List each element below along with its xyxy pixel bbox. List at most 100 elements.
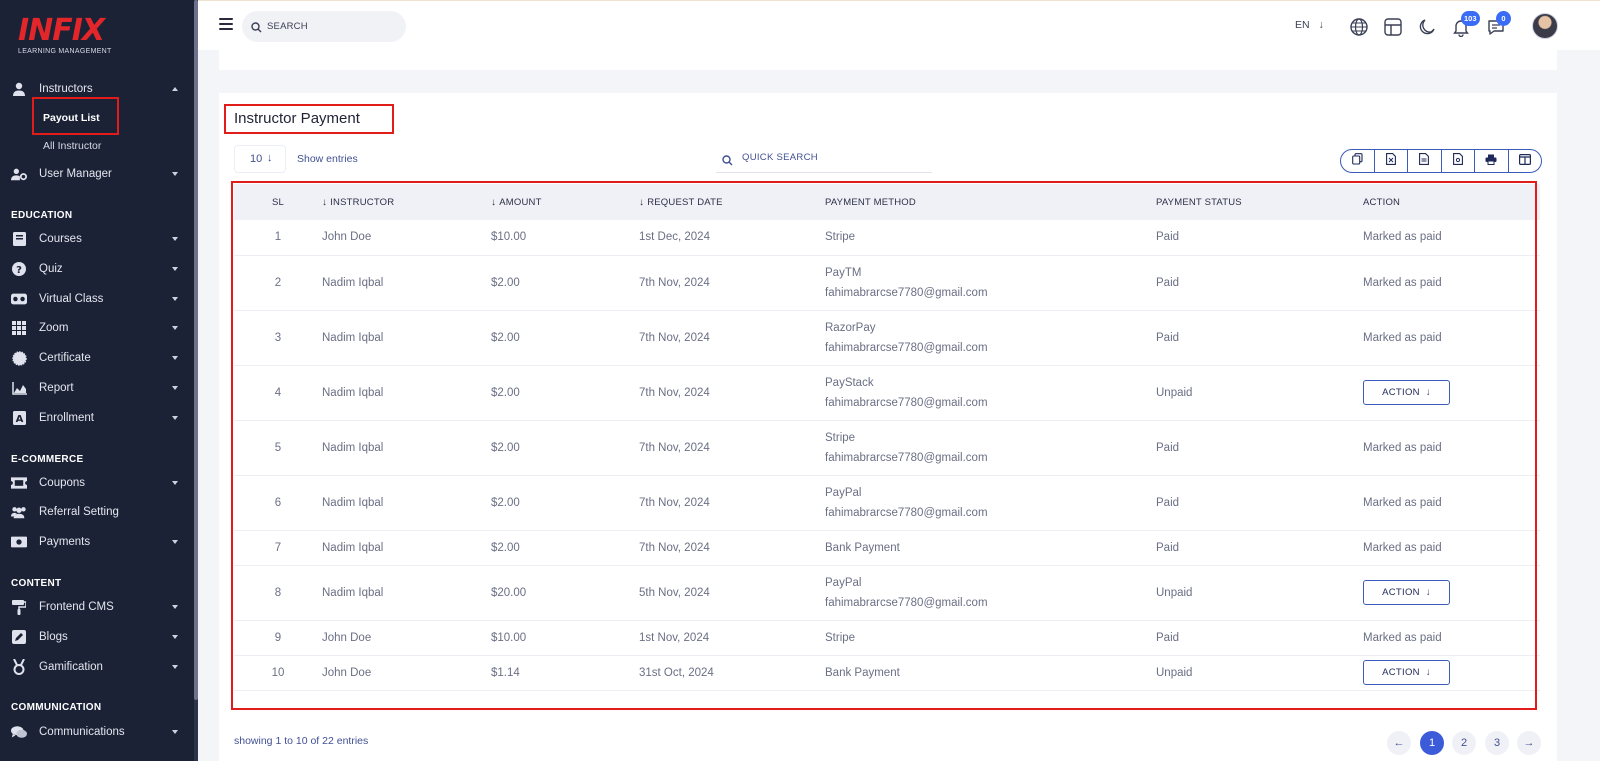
cell-amount: $2.00 [491,365,639,421]
sidebar-item-instructors[interactable]: Instructors [0,76,194,102]
payment-method-name: PayPal [825,486,862,499]
topbar: SEARCH EN ↓ 103 0 [198,0,1600,50]
export-pdf-button[interactable] [1442,150,1475,172]
sidebar-item-certificate[interactable]: Certificate [0,345,194,371]
quick-search-placeholder: QUICK SEARCH [742,152,818,163]
sidebar-item-label: Certificate [39,352,91,364]
hamburger-menu-icon[interactable] [219,18,233,30]
sidebar-item-frontend-cms[interactable]: Frontend CMS [0,594,194,620]
payment-method-name: Bank Payment [825,666,900,679]
column-header-amount[interactable]: ↓ AMOUNT [491,184,639,220]
enrollment-icon: A [11,410,27,426]
sidebar-item-label: Courses [39,233,82,245]
table-header-row: SL ↓ INSTRUCTOR ↓ AMOUNT ↓ REQUEST DATE PAY… [234,184,1540,220]
copy-button[interactable] [1341,150,1375,172]
cell-instructor: Nadim Iqbal [322,365,491,421]
cell-request-date: 7th Nov, 2024 [639,530,825,566]
sidebar-item-courses[interactable]: Courses [0,226,194,252]
sidebar-item-label: Instructors [39,83,93,95]
cell-sl: 8 [234,565,322,621]
action-dropdown-button[interactable]: ACTION ↓ [1363,380,1450,405]
file-excel-icon [1385,152,1396,170]
language-selector[interactable]: EN ↓ [1295,19,1324,31]
arrow-right-icon: → [1523,737,1535,749]
cell-instructor: Nadim Iqbal [322,420,491,476]
cell-payment-status: Unpaid [1156,655,1363,691]
pagination-next-button[interactable]: → [1517,731,1541,755]
sidebar-scroll-thumb[interactable] [194,0,198,700]
sidebar-item-virtual-class[interactable]: Virtual Class [0,286,194,312]
sidebar-item-label: Zoom [39,322,69,334]
chevron-down-icon [172,730,178,734]
sidebar-item-coupons[interactable]: Coupons [0,470,194,496]
column-header-payment-status[interactable]: PAYMENT STATUS [1156,184,1363,220]
arrow-left-icon: ← [1393,737,1405,749]
cell-request-date: 31st Oct, 2024 [639,655,825,691]
brand-logo[interactable]: INFIX LEARNING MANAGEMENT [18,16,118,60]
table-row: 7 Nadim Iqbal $2.00 7th Nov, 2024 Bank Payme… [234,530,1540,566]
cell-payment-method: Stripe [825,220,1156,256]
sidebar-item-communications[interactable]: Communications [0,719,194,745]
action-dropdown-button[interactable]: ACTION ↓ [1363,660,1450,685]
file-csv-icon [1419,152,1430,170]
sidebar-subitem-all-instructor[interactable]: All Instructor [43,140,101,152]
column-visibility-button[interactable] [1509,150,1542,172]
cell-sl: 1 [234,220,322,256]
sidebar-item-report[interactable]: Report [0,375,194,401]
cell-payment-status: Paid [1156,255,1363,311]
sort-arrow-icon: ↓ [322,196,328,208]
global-search-input[interactable]: SEARCH [242,11,406,42]
payment-method-name: Stripe [825,431,856,444]
section-title-content: CONTENT [11,578,62,589]
user-avatar[interactable] [1532,13,1558,39]
chevron-down-icon [172,267,178,271]
arrow-down-icon: ↓ [1425,667,1431,678]
notification-count-badge: 103 [1461,11,1480,26]
sidebar-item-quiz[interactable]: ? Quiz [0,256,194,282]
pagination-page-1[interactable]: 1 [1420,731,1444,755]
sidebar-item-label: User Manager [39,168,112,180]
action-button-label: ACTION [1382,587,1420,598]
sidebar-item-zoom[interactable]: Zoom [0,315,194,341]
sidebar-item-blogs[interactable]: Blogs [0,624,194,650]
column-header-action[interactable]: ACTION [1363,184,1540,220]
cell-instructor: John Doe [322,655,491,691]
quick-search-input[interactable]: QUICK SEARCH [716,146,932,173]
cell-payment-status: Paid [1156,220,1363,256]
moon-icon[interactable] [1417,17,1437,37]
cell-sl: 4 [234,365,322,421]
column-header-instructor[interactable]: ↓ INSTRUCTOR [322,184,491,220]
pagination-page-3[interactable]: 3 [1485,731,1509,755]
edit-square-icon [11,629,27,645]
sidebar-item-gamification[interactable]: Gamification [0,654,194,680]
sidebar-scrollbar[interactable] [194,0,198,761]
cell-action: ACTION ↓ [1363,565,1540,621]
column-header-sl[interactable]: SL [234,184,322,220]
cell-amount: $20.00 [491,565,639,621]
pagination-prev-button[interactable]: ← [1387,731,1411,755]
column-header-payment-method[interactable]: PAYMENT METHOD [825,184,1156,220]
cell-instructor: John Doe [322,620,491,656]
sidebar-item-enrollment[interactable]: A Enrollment [0,405,194,431]
sidebar-item-user-manager[interactable]: User Manager [0,161,194,187]
layout-icon[interactable] [1383,17,1403,37]
pagination-page-2[interactable]: 2 [1452,731,1476,755]
globe-icon[interactable] [1349,17,1369,37]
print-button[interactable] [1475,150,1509,172]
action-dropdown-button[interactable]: ACTION ↓ [1363,580,1450,605]
sidebar-subitem-payout-list[interactable]: Payout List [43,112,100,124]
table-row: 5 Nadim Iqbal $2.00 7th Nov, 2024 Stripe fahi… [234,420,1540,476]
payments-table: SL ↓ INSTRUCTOR ↓ AMOUNT ↓ REQUEST DATE PAY… [234,184,1540,691]
column-header-request-date[interactable]: ↓ REQUEST DATE [639,184,825,220]
sidebar-item-referral-setting[interactable]: Referral Setting [0,499,194,525]
export-excel-button[interactable] [1375,150,1408,172]
entries-per-page-select[interactable]: 10 ↓ [234,145,286,173]
cell-amount: $1.14 [491,655,639,691]
chevron-down-icon [172,297,178,301]
action-button-label: ACTION [1382,387,1420,398]
arrow-down-icon: ↓ [1425,587,1431,598]
export-csv-button[interactable] [1408,150,1442,172]
sidebar-item-payments[interactable]: Payments [0,529,194,555]
sidebar-item-label: Quiz [39,263,63,275]
payment-method-email: fahimabrarcse7780@gmail.com [825,451,988,464]
